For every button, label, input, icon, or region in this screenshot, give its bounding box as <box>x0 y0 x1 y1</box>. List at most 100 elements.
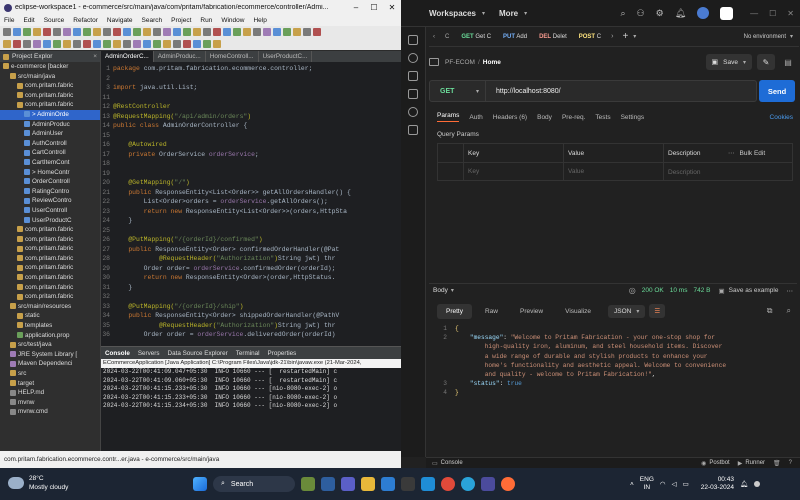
toolbar-button-icon[interactable] <box>263 28 271 36</box>
tab-terminal[interactable]: Terminal <box>236 350 260 357</box>
tree-item[interactable]: com.pritam.fabric <box>0 225 100 235</box>
tab-pre-request[interactable]: Pre-req. <box>562 114 585 121</box>
tree-item[interactable]: src/test/java <box>0 340 100 350</box>
tab-console[interactable]: Console <box>105 350 130 357</box>
minimize-button[interactable]: – <box>347 3 365 12</box>
tree-item[interactable]: RatingContro <box>0 187 100 197</box>
toolbar-button-icon[interactable] <box>213 28 221 36</box>
toolbar-button-icon[interactable] <box>83 40 91 48</box>
volume-icon[interactable]: ◁ <box>672 480 677 488</box>
chrome-icon[interactable] <box>441 477 455 491</box>
search-box[interactable]: ⌕ Search <box>213 476 295 492</box>
eclipse-taskbar-icon[interactable] <box>481 477 495 491</box>
apis-icon[interactable] <box>408 71 418 81</box>
copilot-icon[interactable] <box>754 481 761 487</box>
search-icon[interactable]: ⌕ <box>787 306 791 316</box>
clock-time[interactable]: 00:43 <box>701 476 734 484</box>
toolbar-button-icon[interactable] <box>253 28 261 36</box>
view-tab-raw[interactable]: Raw <box>476 304 507 319</box>
docs-icon[interactable]: ▤ <box>781 54 795 70</box>
toolbar-button-icon[interactable] <box>73 28 81 36</box>
tree-item[interactable]: com.pritam.fabric <box>0 292 100 302</box>
tree-item[interactable]: target <box>0 379 100 389</box>
tree-item[interactable]: src/main/resources <box>0 302 100 312</box>
more-menu[interactable]: More <box>499 9 518 18</box>
toolbar-button-icon[interactable] <box>103 28 111 36</box>
history-icon[interactable] <box>408 107 418 117</box>
maximize-button[interactable]: ☐ <box>769 9 776 18</box>
menu-search[interactable]: Search <box>142 17 163 24</box>
toolbar-button-icon[interactable] <box>173 40 181 48</box>
runner-button[interactable]: Runner <box>745 460 765 466</box>
close-icon[interactable]: × <box>93 53 97 60</box>
chevron-up-icon[interactable]: ˄ <box>630 481 634 488</box>
app-icon[interactable] <box>461 477 475 491</box>
toolbar-button-icon[interactable] <box>123 40 131 48</box>
toolbar-button-icon[interactable] <box>103 40 111 48</box>
flows-icon[interactable] <box>408 125 418 135</box>
toolbar-button-icon[interactable] <box>233 28 241 36</box>
request-tab-post[interactable]: POST C <box>573 27 607 47</box>
tree-item[interactable]: CartControll <box>0 148 100 158</box>
notification-bell-icon[interactable]: 🔔︎ <box>740 480 748 488</box>
settings-icon[interactable]: ⚙ <box>656 8 664 19</box>
toolbar-button-icon[interactable] <box>133 28 141 36</box>
menu-edit[interactable]: Edit <box>23 17 34 24</box>
copy-icon[interactable]: ⧉ <box>767 306 773 316</box>
search-icon[interactable]: ⌕ <box>620 8 625 19</box>
postman-taskbar-icon[interactable] <box>501 477 515 491</box>
toolbar-button-icon[interactable] <box>93 40 101 48</box>
response-time[interactable]: 10 ms <box>670 287 688 294</box>
teams-icon[interactable] <box>341 477 355 491</box>
tree-item[interactable]: templates <box>0 321 100 331</box>
value-input[interactable]: Value <box>564 163 664 181</box>
response-body[interactable]: 1{2 "message": "Welcome to Pritam Fabric… <box>437 324 793 398</box>
toolbar-button-icon[interactable] <box>73 40 81 48</box>
tab-headers[interactable]: Headers (6) <box>493 114 527 121</box>
toolbar-button-icon[interactable] <box>53 40 61 48</box>
wifi-icon[interactable]: ◠ <box>660 480 666 488</box>
more-options-icon[interactable]: ⋯ <box>726 149 737 157</box>
tab-auth[interactable]: Auth <box>469 114 482 121</box>
tab-servers[interactable]: Servers <box>138 350 160 357</box>
toolbar-button-icon[interactable] <box>273 28 281 36</box>
toolbar-button-icon[interactable] <box>63 28 71 36</box>
toolbar-button-icon[interactable] <box>123 28 131 36</box>
toolbar-button-icon[interactable] <box>113 28 121 36</box>
toolbar-button-icon[interactable] <box>3 28 11 36</box>
toolbar-button-icon[interactable] <box>53 28 61 36</box>
menu-navigate[interactable]: Navigate <box>107 17 133 24</box>
response-size[interactable]: 742 B <box>693 287 710 294</box>
save-button[interactable]: ▣ Save ▾ <box>705 54 752 70</box>
project-explorer-title[interactable]: Project Explor <box>12 53 52 60</box>
toolbar-button-icon[interactable] <box>293 28 301 36</box>
menu-file[interactable]: File <box>4 17 14 24</box>
menu-window[interactable]: Window <box>221 17 244 24</box>
tab-params[interactable]: Params <box>437 112 460 122</box>
battery-icon[interactable]: ▭ <box>683 480 689 488</box>
editor-tab-admin-order[interactable]: AdminOrderC... <box>101 51 154 62</box>
tree-item[interactable]: e-commerce [backer <box>0 62 100 72</box>
toolbar-button-icon[interactable] <box>183 40 191 48</box>
tree-item[interactable]: static <box>0 311 100 321</box>
toolbar-button-icon[interactable] <box>23 28 31 36</box>
format-select[interactable]: JSON ▾ <box>608 304 646 318</box>
tree-item[interactable]: AdminUser <box>0 129 100 139</box>
tab-data-source-explorer[interactable]: Data Source Explorer <box>168 350 228 357</box>
view-tab-preview[interactable]: Preview <box>511 304 552 319</box>
wrap-lines-icon[interactable]: ☰ <box>649 304 666 318</box>
tree-item[interactable]: JRE System Library [ <box>0 350 100 360</box>
tabs-scroll-right-icon[interactable]: › <box>607 33 617 40</box>
upgrade-icon[interactable] <box>720 6 734 20</box>
tree-item[interactable]: > HomeContr <box>0 168 100 178</box>
close-button[interactable]: ✕ <box>383 3 401 12</box>
avatar[interactable] <box>697 7 710 19</box>
environment-selector[interactable]: No environment <box>744 34 790 40</box>
toolbar-button-icon[interactable] <box>43 40 51 48</box>
toolbar-button-icon[interactable] <box>203 40 211 48</box>
request-tab-put[interactable]: PUT Add <box>497 27 533 47</box>
toolbar-button-icon[interactable] <box>143 40 151 48</box>
toolbar-button-icon[interactable] <box>33 40 41 48</box>
tabs-scroll-left-icon[interactable]: ‹ <box>429 34 439 40</box>
editor-tab-admin-product[interactable]: AdminProduc... <box>154 51 206 62</box>
